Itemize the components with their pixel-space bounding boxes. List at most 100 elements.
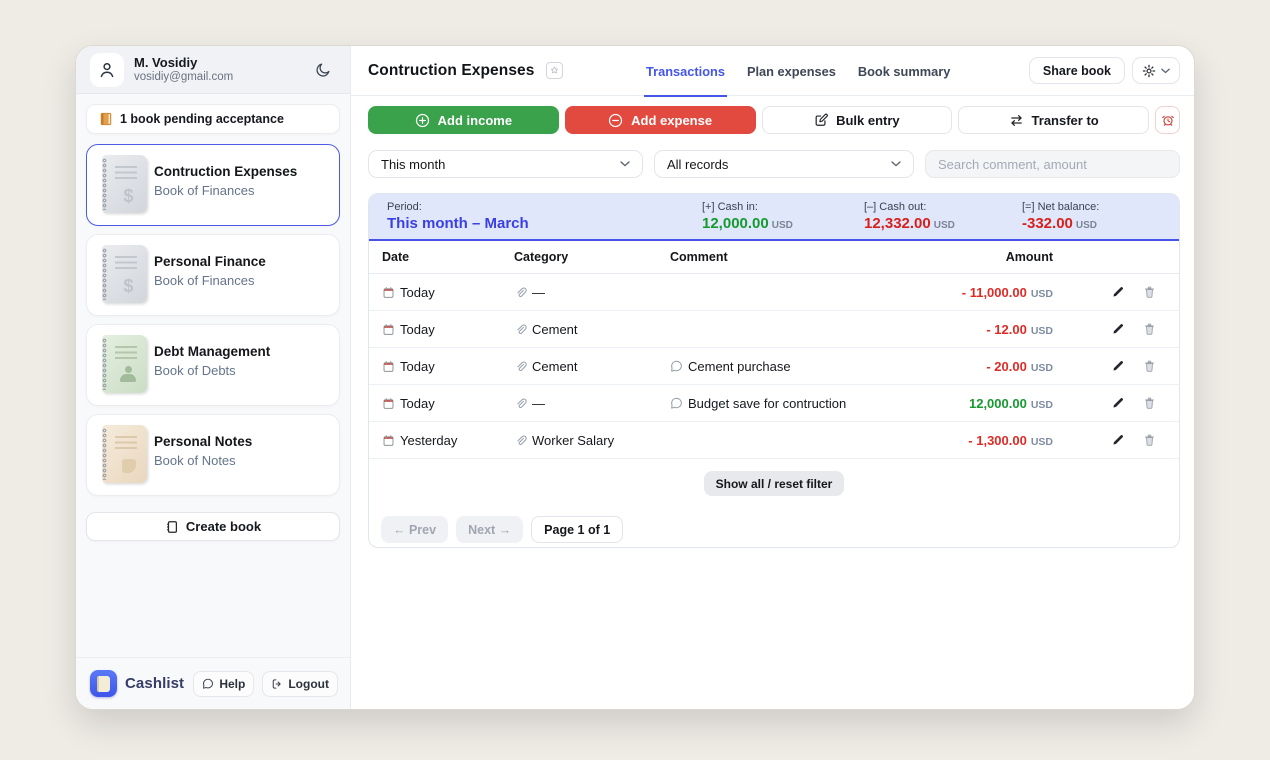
col-comment: Comment: [670, 250, 919, 264]
table-row[interactable]: Today — Budget save for contruction: [369, 385, 1179, 422]
delete-button[interactable]: [1143, 285, 1156, 299]
orange-book-icon: [99, 112, 113, 126]
period-label: Period:: [387, 201, 702, 213]
page-indicator: Page 1 of 1: [531, 516, 623, 543]
tab[interactable]: Book summary: [858, 46, 950, 96]
book-subtitle: Book of Finances: [154, 183, 297, 198]
search-input[interactable]: [925, 150, 1180, 178]
book-icon: [102, 245, 147, 303]
bulk-entry-button[interactable]: Bulk entry: [762, 106, 953, 134]
period-value: This month – March: [387, 215, 702, 232]
cash-out-label: [–] Cash out:: [864, 201, 1022, 213]
gear-icon: [1142, 64, 1156, 78]
pending-books-banner[interactable]: 1 book pending acceptance: [86, 104, 340, 134]
net-balance-value: -332.00USD: [1022, 215, 1179, 232]
cell-date: Today: [369, 322, 514, 337]
add-income-button[interactable]: Add income: [368, 106, 559, 134]
col-amount: Amount: [919, 250, 1053, 264]
calendar-icon: [382, 286, 395, 299]
table-row[interactable]: Yesterday Worker Salary - 1: [369, 422, 1179, 459]
sidebar-footer: Cashlist Help Logout: [76, 657, 350, 709]
period-select[interactable]: This month: [368, 150, 643, 178]
reminder-button[interactable]: [1155, 106, 1180, 134]
table-row[interactable]: Today Cement - 12.00: [369, 311, 1179, 348]
dark-mode-toggle[interactable]: [310, 57, 336, 83]
transfer-icon: [1009, 114, 1024, 127]
help-label: Help: [219, 677, 245, 691]
user-name: M. Vosidiy: [134, 55, 233, 70]
tab[interactable]: Transactions: [646, 46, 725, 96]
add-expense-button[interactable]: Add expense: [565, 106, 756, 134]
show-all-reset-filter-button[interactable]: Show all / reset filter: [704, 471, 845, 496]
delete-button[interactable]: [1143, 322, 1156, 336]
cashlist-logo-icon: [90, 670, 117, 697]
calendar-icon: [382, 397, 395, 410]
book-title: Personal Finance: [154, 254, 266, 269]
cell-amount: - 12.00 USD: [919, 322, 1053, 337]
edit-button[interactable]: [1111, 285, 1125, 299]
prev-page-button[interactable]: ← Prev: [381, 516, 448, 543]
comment-icon: [670, 397, 683, 410]
transfer-to-button[interactable]: Transfer to: [958, 106, 1149, 134]
help-button[interactable]: Help: [193, 671, 254, 697]
delete-button[interactable]: [1143, 396, 1156, 410]
book-icon: [165, 520, 179, 534]
paperclip-icon: [514, 397, 527, 410]
book-card[interactable]: Personal Finance Book of Finances: [86, 234, 340, 316]
help-chat-icon: [202, 678, 214, 690]
user-bar: M. Vosidiy vosidiy@gmail.com: [76, 46, 350, 94]
topbar: Contruction Expenses Transactions Plan e…: [351, 46, 1194, 96]
net-balance-label: [=] Net balance:: [1022, 201, 1179, 213]
calendar-icon: [382, 360, 395, 373]
table-row[interactable]: Today Cement Cement purchase: [369, 348, 1179, 385]
logout-icon: [271, 678, 283, 690]
avatar[interactable]: [90, 53, 124, 87]
cell-amount: - 1,300.00 USD: [919, 433, 1053, 448]
person-icon: [98, 61, 116, 79]
cell-category: Worker Salary: [514, 433, 670, 448]
alarm-clock-icon: [1161, 113, 1175, 127]
records-select[interactable]: All records: [654, 150, 914, 178]
main-area: Contruction Expenses Transactions Plan e…: [351, 46, 1194, 709]
book-list: Contruction Expenses Book of Finances Pe…: [86, 144, 340, 496]
comment-icon: [670, 360, 683, 373]
book-card[interactable]: Personal Notes Book of Notes: [86, 414, 340, 496]
trash-icon: [1143, 433, 1156, 447]
bulk-entry-icon: [814, 113, 828, 127]
delete-button[interactable]: [1143, 433, 1156, 447]
book-subtitle: Book of Notes: [154, 453, 252, 468]
col-category: Category: [514, 250, 670, 264]
book-card[interactable]: Debt Management Book of Debts: [86, 324, 340, 406]
app-window: M. Vosidiy vosidiy@gmail.com 1 book pend…: [75, 45, 1195, 710]
create-book-button[interactable]: Create book: [86, 512, 340, 541]
settings-dropdown-button[interactable]: [1132, 57, 1180, 84]
share-book-button[interactable]: Share book: [1029, 57, 1125, 84]
tab[interactable]: Plan expenses: [747, 46, 836, 96]
delete-button[interactable]: [1143, 359, 1156, 373]
cell-date: Today: [369, 285, 514, 300]
next-page-button[interactable]: Next →: [456, 516, 523, 543]
bookmark-icon[interactable]: [546, 62, 563, 79]
edit-button[interactable]: [1111, 359, 1125, 373]
book-title: Personal Notes: [154, 434, 252, 449]
tab-bar: Transactions Plan expenses Book summary: [646, 46, 950, 96]
table-row[interactable]: Today — - 11,000.00: [369, 274, 1179, 311]
edit-button[interactable]: [1111, 433, 1125, 447]
chevron-down-icon: [1161, 68, 1170, 74]
pencil-icon: [1111, 285, 1125, 299]
logout-button[interactable]: Logout: [262, 671, 338, 697]
page-title: Contruction Expenses: [368, 62, 535, 80]
content: Add income Add expense Bulk entry Transf…: [351, 96, 1194, 709]
pencil-icon: [1111, 396, 1125, 410]
edit-button[interactable]: [1111, 322, 1125, 336]
sidebar-body: 1 book pending acceptance Contruction Ex…: [76, 94, 350, 657]
pending-books-label: 1 book pending acceptance: [120, 112, 284, 126]
cell-category: Cement: [514, 322, 670, 337]
minus-circle-icon: [608, 113, 623, 128]
pagination: ← Prev Next → Page 1 of 1: [369, 496, 1179, 543]
cell-date: Today: [369, 396, 514, 411]
book-subtitle: Book of Debts: [154, 363, 270, 378]
edit-button[interactable]: [1111, 396, 1125, 410]
cell-amount: 12,000.00 USD: [919, 396, 1053, 411]
book-card[interactable]: Contruction Expenses Book of Finances: [86, 144, 340, 226]
